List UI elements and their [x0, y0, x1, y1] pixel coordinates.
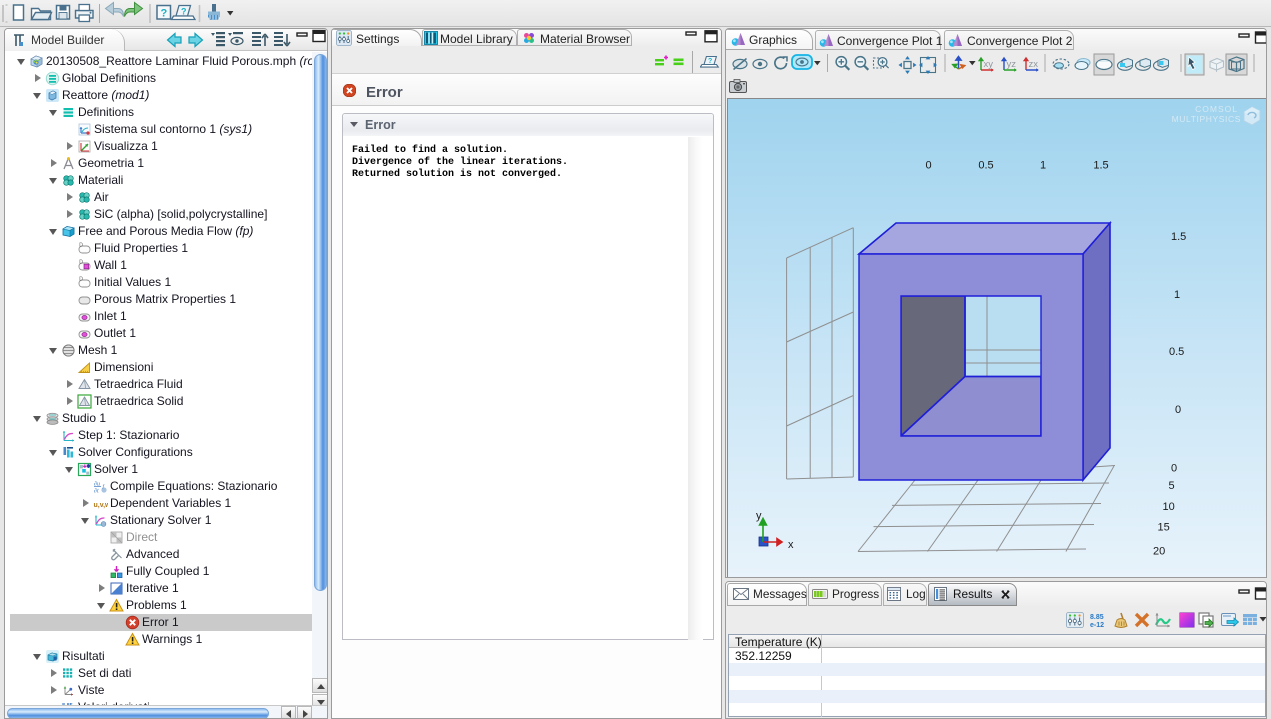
svg-text:1.5: 1.5: [1171, 231, 1186, 243]
svg-text:e-12: e-12: [1090, 622, 1104, 628]
svg-text:0.5: 0.5: [1169, 346, 1184, 358]
svg-text:0: 0: [1171, 463, 1177, 475]
svg-text:1: 1: [1174, 289, 1180, 301]
svg-text:1: 1: [1040, 160, 1046, 172]
svg-text:?: ?: [708, 58, 712, 65]
svg-text:?: ?: [181, 7, 187, 17]
svg-text:15: 15: [1158, 522, 1170, 534]
svg-text:∂t: ∂t: [94, 487, 99, 494]
svg-text:xy: xy: [984, 59, 994, 70]
svg-text:yz: yz: [1007, 59, 1017, 70]
svg-text:u,v,w: u,v,w: [94, 502, 109, 509]
svg-text:20: 20: [1153, 546, 1165, 558]
svg-text:10: 10: [1163, 501, 1175, 513]
svg-text:?: ?: [161, 8, 168, 20]
svg-text:y: y: [756, 510, 762, 522]
svg-text:0.5: 0.5: [978, 160, 993, 172]
svg-text:D: D: [79, 242, 83, 248]
svg-text:5: 5: [1169, 480, 1175, 492]
svg-text:x: x: [788, 539, 794, 551]
svg-text:D: D: [79, 276, 83, 282]
svg-text:1.5: 1.5: [1093, 160, 1108, 172]
svg-text:D: D: [79, 259, 83, 265]
svg-text:8.85: 8.85: [1090, 614, 1104, 621]
svg-text:MULTIPHYSICS: MULTIPHYSICS: [1172, 114, 1241, 124]
svg-text:0: 0: [1175, 404, 1181, 416]
svg-text:0: 0: [925, 160, 931, 172]
svg-text:COMSOL: COMSOL: [1195, 104, 1238, 114]
svg-text:zx: zx: [1029, 59, 1039, 70]
